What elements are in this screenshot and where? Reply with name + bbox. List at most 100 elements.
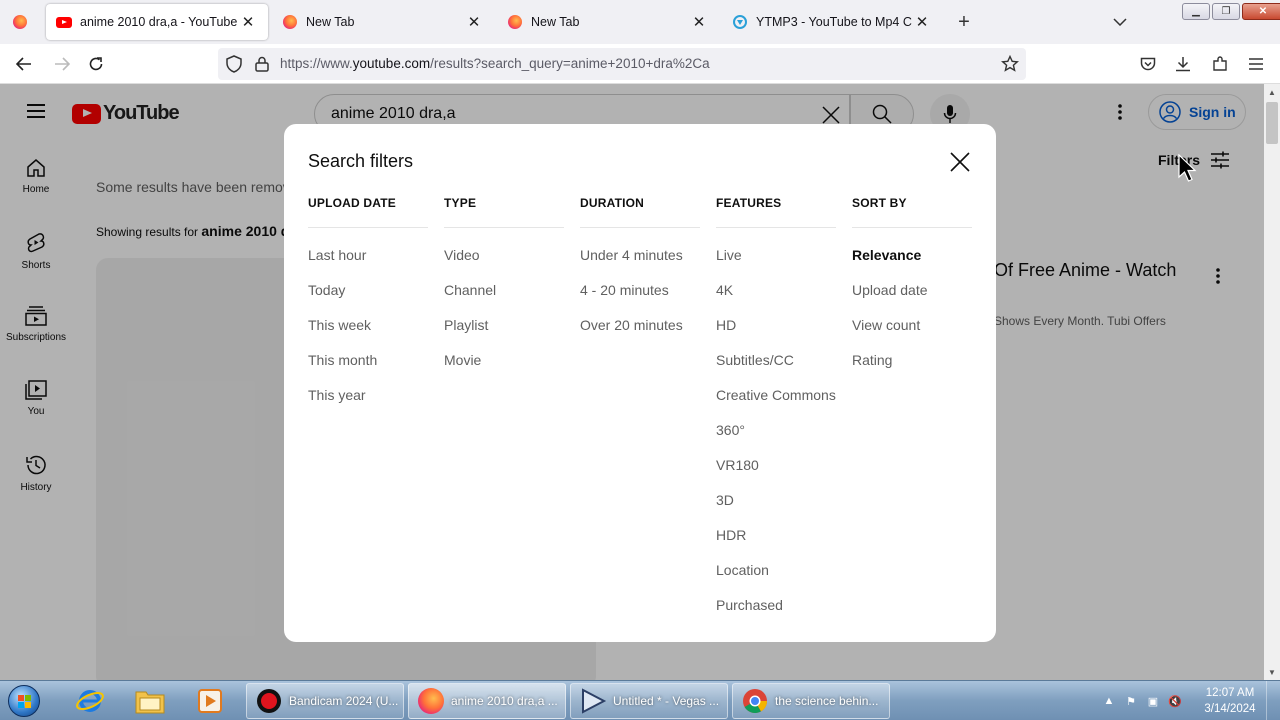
app-menu-icon[interactable] (1244, 52, 1268, 76)
filter-option[interactable]: Playlist (444, 317, 564, 352)
dialog-title: Search filters (308, 151, 414, 171)
tab-close-icon[interactable]: ✕ (464, 12, 484, 32)
taskbar-item-vegas[interactable]: Untitled * - Vegas ... (570, 683, 728, 719)
file-explorer-icon[interactable] (124, 683, 176, 719)
task-label: Bandicam 2024 (U... (289, 694, 399, 708)
bandicam-icon (255, 687, 283, 715)
tab-new-tab-1[interactable]: New Tab ✕ (272, 4, 494, 40)
url-prefix: https://www. (280, 56, 353, 71)
filter-option[interactable]: This month (308, 352, 428, 387)
downloads-icon[interactable] (1171, 52, 1195, 76)
filter-option[interactable]: 3D (716, 492, 836, 527)
firefox-icon (507, 14, 523, 30)
filter-option[interactable]: Subtitles/CC (716, 352, 836, 387)
tab-new-tab-2[interactable]: New Tab ✕ (497, 4, 719, 40)
firefox-icon (282, 14, 298, 30)
task-label: anime 2010 dra,a ... (451, 694, 558, 708)
filter-option[interactable]: 360° (716, 422, 836, 457)
filter-option[interactable]: Today (308, 282, 428, 317)
filter-option[interactable]: Rating (852, 352, 972, 387)
firefox-icon (417, 687, 445, 715)
scroll-down-arrow-icon[interactable]: ▼ (1264, 664, 1280, 680)
window-controls: ▁ ❐ ✕ (1180, 3, 1280, 20)
filter-option[interactable]: Channel (444, 282, 564, 317)
star-icon[interactable] (998, 52, 1022, 76)
filter-option[interactable]: 4K (716, 282, 836, 317)
tab-close-icon[interactable]: ✕ (238, 12, 258, 32)
filter-option[interactable]: Last hour (308, 247, 428, 282)
firefox-view-button[interactable] (0, 0, 40, 44)
tab-close-icon[interactable]: ✕ (912, 12, 932, 32)
volume-muted-icon[interactable]: 🔇 (1164, 695, 1186, 708)
filter-option[interactable]: Movie (444, 352, 564, 387)
show-hidden-icons-icon[interactable]: ▲ (1098, 695, 1120, 707)
filter-option[interactable]: 4 - 20 minutes (580, 282, 700, 317)
filter-option[interactable]: This week (308, 317, 428, 352)
task-label: the science behin... (775, 694, 879, 708)
new-tab-button[interactable]: + (952, 10, 976, 34)
filter-option[interactable]: Purchased (716, 597, 836, 632)
filter-option[interactable]: Video (444, 247, 564, 282)
show-desktop-button[interactable] (1266, 681, 1280, 720)
lock-icon[interactable] (250, 52, 274, 76)
tab-title: anime 2010 dra,a - YouTube (80, 15, 238, 29)
mouse-pointer-icon (1178, 154, 1197, 182)
tab-youtube[interactable]: anime 2010 dra,a - YouTube ✕ (46, 4, 268, 40)
tab-ytmp3[interactable]: YTMP3 - YouTube to Mp4 Conv ✕ (722, 4, 942, 40)
pocket-icon[interactable] (1136, 52, 1160, 76)
list-tabs-chevron-down-icon[interactable] (1108, 10, 1132, 34)
network-icon[interactable]: ▣ (1142, 695, 1164, 708)
filter-column-upload-date: UPLOAD DATE Last hour Today This week Th… (308, 194, 428, 422)
filter-option[interactable]: Creative Commons (716, 387, 836, 422)
shield-icon[interactable] (222, 52, 246, 76)
filter-option[interactable]: View count (852, 317, 972, 352)
address-bar[interactable]: https://www.youtube.com/results?search_q… (218, 48, 1026, 80)
taskbar-item-firefox[interactable]: anime 2010 dra,a ... (408, 683, 566, 719)
url-text[interactable]: https://www.youtube.com/results?search_q… (280, 48, 710, 80)
windows-logo-icon (8, 685, 40, 717)
filter-option[interactable]: VR180 (716, 457, 836, 492)
browser-tab-bar: anime 2010 dra,a - YouTube ✕ New Tab ✕ N… (0, 0, 1280, 44)
url-domain: youtube.com (352, 56, 431, 71)
filter-option[interactable]: HD (716, 317, 836, 352)
minimize-button[interactable]: ▁ (1182, 3, 1210, 20)
filter-option-selected[interactable]: Relevance (852, 247, 972, 282)
close-dialog-icon[interactable] (944, 146, 976, 178)
back-arrow-icon[interactable] (12, 52, 36, 76)
page-scrollbar[interactable]: ▲ ▼ (1264, 84, 1280, 680)
restore-button[interactable]: ❐ (1212, 3, 1240, 20)
clock-date: 3/14/2024 (1204, 703, 1256, 715)
media-player-icon[interactable] (184, 683, 236, 719)
taskbar-clock[interactable]: 12:07 AM 3/14/2024 (1198, 685, 1262, 717)
filter-option[interactable]: HDR (716, 527, 836, 562)
browser-nav-bar: https://www.youtube.com/results?search_q… (0, 44, 1280, 84)
search-filters-dialog: Search filters UPLOAD DATE Last hour Tod… (284, 124, 996, 642)
tab-close-icon[interactable]: ✕ (689, 12, 709, 32)
scrollbar-thumb[interactable] (1266, 102, 1278, 144)
taskbar-item-chrome[interactable]: the science behin... (732, 683, 890, 719)
windows-taskbar: Bandicam 2024 (U... anime 2010 dra,a ...… (0, 680, 1280, 720)
chrome-icon (741, 687, 769, 715)
action-center-flag-icon[interactable]: ⚑ (1120, 695, 1142, 708)
filter-option[interactable]: Live (716, 247, 836, 282)
reload-icon[interactable] (84, 52, 108, 76)
firefox-icon (13, 15, 27, 29)
system-tray: ▲ ⚑ ▣ 🔇 (1098, 681, 1198, 720)
filter-option[interactable]: This year (308, 387, 428, 422)
internet-explorer-icon[interactable] (64, 683, 116, 719)
tab-title: YTMP3 - YouTube to Mp4 Conv (756, 15, 912, 29)
extensions-icon[interactable] (1208, 52, 1232, 76)
filter-option[interactable]: Over 20 minutes (580, 317, 700, 352)
download-icon (732, 14, 748, 30)
close-window-button[interactable]: ✕ (1242, 3, 1280, 20)
filter-option[interactable]: Under 4 minutes (580, 247, 700, 282)
task-label: Untitled * - Vegas ... (613, 694, 720, 708)
filter-option[interactable]: Location (716, 562, 836, 597)
filter-column-sort-by: SORT BY Relevance Upload date View count… (852, 194, 972, 387)
scroll-up-arrow-icon[interactable]: ▲ (1264, 84, 1280, 100)
forward-arrow-icon[interactable] (50, 52, 74, 76)
filter-option[interactable]: Upload date (852, 282, 972, 317)
filter-column-header: SORT BY (852, 194, 972, 228)
start-button[interactable] (4, 682, 44, 720)
taskbar-item-bandicam[interactable]: Bandicam 2024 (U... (246, 683, 404, 719)
